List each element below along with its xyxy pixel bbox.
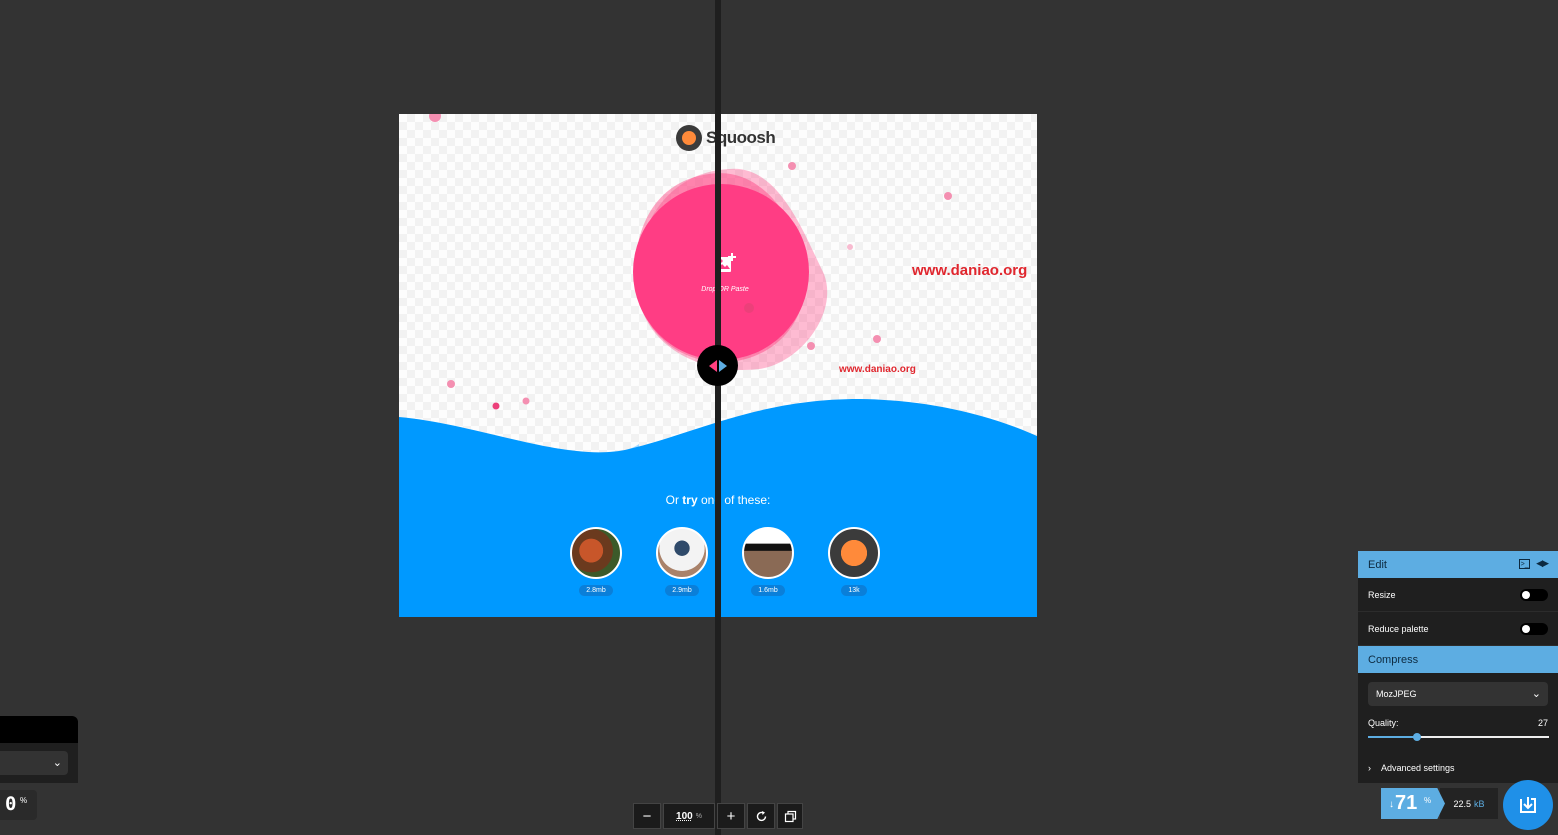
chevron-down-icon: ⌄ [1531, 688, 1541, 700]
demo-thumbnail[interactable] [742, 527, 794, 579]
demo-size: 2.9mb [665, 585, 699, 596]
demo-thumbnail[interactable] [656, 527, 708, 579]
encoder-select[interactable]: MozJPEG ⌄ [1368, 682, 1548, 706]
edit-title: Edit [1368, 558, 1387, 571]
toggle-knob [1522, 625, 1530, 633]
divider-handle[interactable] [697, 345, 738, 386]
squoosh-logo: Squoosh [676, 125, 776, 151]
left-encoder-select[interactable]: ⌄ [0, 751, 68, 775]
download-icon [1520, 797, 1536, 813]
zoom-value-field[interactable]: 100% [663, 803, 715, 829]
background-toggle-button[interactable] [777, 803, 803, 829]
try-suffix: one of these: [697, 493, 771, 507]
copy-icon [784, 810, 796, 822]
down-arrow-icon: ↓ [1389, 799, 1394, 810]
arrow-right-icon [718, 359, 727, 372]
demo-device-screen[interactable]: 1.6mb [742, 527, 794, 597]
left-percent-value: 0 [5, 793, 17, 815]
demo-size: 2.8mb [579, 585, 613, 596]
try-prefix: Or [665, 493, 683, 507]
chevron-down-icon: ⌄ [52, 757, 62, 769]
reduce-palette-label: Reduce palette [1368, 623, 1429, 634]
zoom-value: 100% [676, 811, 702, 822]
resize-toggle[interactable] [1520, 589, 1548, 601]
result-size-unit: kB [1474, 798, 1485, 809]
arrow-left-icon [708, 359, 717, 372]
zoom-number: 100 [676, 810, 693, 822]
edit-header: Edit >_ ◀▶ [1358, 551, 1558, 578]
quality-label: Quality: [1368, 718, 1399, 728]
demo-squoosh-logo[interactable]: 13k [828, 527, 880, 597]
demo-red-panda[interactable]: 2.8mb [570, 527, 622, 597]
quality-value[interactable]: 27 [1538, 718, 1548, 728]
left-result-percent: 0 % [0, 790, 37, 820]
encoder-value: MozJPEG [1376, 689, 1417, 699]
quality-control: Quality: 27 [1358, 706, 1558, 744]
chevron-right-icon: › [1368, 763, 1371, 773]
left-percent-unit: % [20, 796, 28, 805]
demo-size: 1.6mb [751, 585, 785, 596]
result-size-value: 22.5 [1453, 798, 1471, 809]
zoom-in-button[interactable]: + [717, 803, 745, 829]
rotate-button[interactable] [747, 803, 775, 829]
left-panel-header [0, 716, 78, 743]
demo-size: 13k [841, 585, 867, 596]
quality-slider-knob[interactable] [1412, 733, 1421, 741]
advanced-settings-label: Advanced settings [1381, 763, 1455, 773]
drop-paste-label: Drop OR Paste [701, 286, 749, 293]
resize-label: Resize [1368, 589, 1396, 600]
result-percent: ↓ 71 % [1381, 788, 1445, 819]
result-percent-unit: % [1424, 796, 1432, 805]
advanced-settings-toggle[interactable]: › Advanced settings [1368, 763, 1455, 773]
quality-slider[interactable] [1368, 733, 1549, 741]
result-percent-value: 71 [1395, 792, 1418, 814]
watermark-large: www.daniao.org [912, 262, 1028, 279]
try-bold: try [682, 493, 698, 507]
reduce-palette-toggle[interactable] [1520, 623, 1548, 635]
resize-option[interactable]: Resize [1358, 578, 1558, 612]
toggle-knob [1522, 591, 1530, 599]
watermark-small: www.daniao.org [839, 364, 916, 375]
copy-settings-across-icon[interactable]: ◀▶ [1536, 558, 1549, 569]
download-button[interactable] [1503, 780, 1553, 830]
demo-thumbnail[interactable] [828, 527, 880, 579]
options-panel: Edit >_ ◀▶ Resize Reduce palette Compres… [1358, 551, 1558, 783]
terminal-icon[interactable]: >_ [1519, 558, 1531, 569]
reduce-palette-option[interactable]: Reduce palette [1358, 612, 1558, 646]
zoom-unit: % [695, 812, 702, 820]
zoom-controls: − 100% + [633, 803, 803, 829]
comparison-divider[interactable] [715, 0, 721, 835]
compress-header: Compress [1358, 646, 1558, 673]
rotate-icon [756, 810, 766, 821]
result-size: 22.5 kB [1440, 788, 1498, 819]
squoosh-logo-icon [676, 125, 702, 151]
zoom-out-button[interactable]: − [633, 803, 661, 829]
quality-slider-fill [1368, 736, 1417, 738]
compress-title: Compress [1368, 653, 1419, 666]
edit-header-icons: >_ ◀▶ [1519, 558, 1549, 569]
demo-artwork[interactable]: 2.9mb [656, 527, 708, 597]
demo-thumbnail[interactable] [570, 527, 622, 579]
